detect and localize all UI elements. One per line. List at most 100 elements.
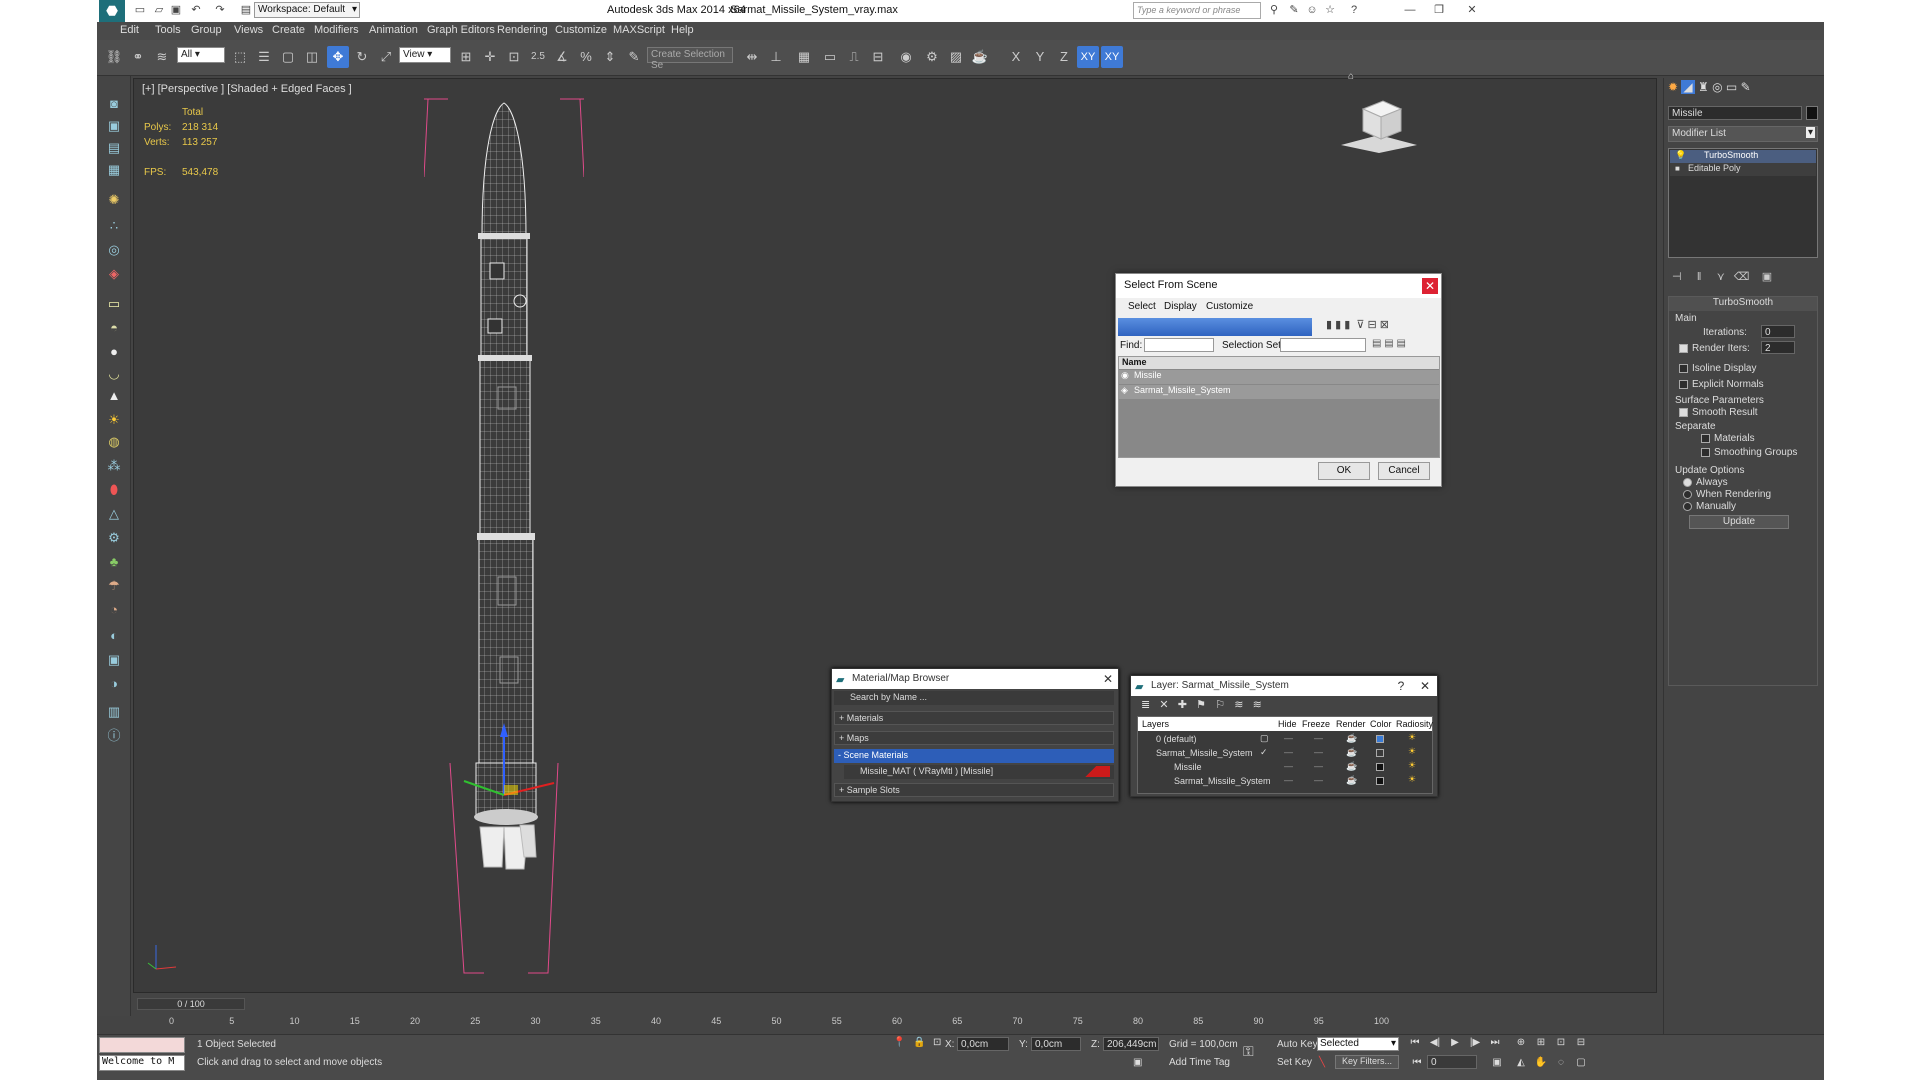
plane-icon[interactable]: ▭: [104, 294, 124, 314]
close-icon[interactable]: ✕: [1465, 3, 1479, 17]
object-color-swatch[interactable]: [1806, 106, 1818, 120]
stack-item-turbosmooth[interactable]: TurboSmooth: [1670, 150, 1816, 163]
reference-coordinate-dropdown[interactable]: View ▾: [399, 47, 451, 63]
section-scene-materials[interactable]: - Scene Materials: [834, 749, 1114, 763]
select-in-layer-icon[interactable]: ⚑: [1196, 699, 1206, 711]
modifier-list-dropdown[interactable]: Modifier List ▾: [1668, 126, 1818, 142]
axis-xy-icon[interactable]: XY: [1077, 46, 1099, 68]
isolate-icon[interactable]: 📍: [893, 1037, 905, 1048]
viewcube-icon[interactable]: [1339, 87, 1419, 153]
create-camera-icon[interactable]: ◙: [104, 94, 124, 114]
communication-center-icon[interactable]: ✎: [1287, 3, 1301, 17]
freeze-toggle[interactable]: —: [1314, 733, 1323, 743]
help-icon[interactable]: ?: [1393, 678, 1409, 694]
hemisphere-icon[interactable]: ◡: [104, 364, 124, 384]
dialog-menu-customize[interactable]: Customize: [1206, 301, 1253, 312]
hide-toggle[interactable]: —: [1284, 761, 1293, 771]
orbit-icon[interactable]: ◌: [1553, 1057, 1569, 1071]
torus-icon[interactable]: ◍: [104, 432, 124, 452]
menu-help[interactable]: Help: [671, 24, 694, 36]
time-slider[interactable]: 0 / 100: [137, 998, 245, 1010]
rect-selection-icon[interactable]: ▢: [277, 46, 299, 68]
section-materials[interactable]: + Materials: [834, 711, 1114, 725]
stack-icon[interactable]: ▥: [104, 702, 124, 722]
graphite-tools-icon[interactable]: ▭: [819, 46, 841, 68]
object-name-field[interactable]: Missile: [1668, 106, 1802, 120]
cone-icon[interactable]: ▲: [104, 386, 124, 406]
col-render[interactable]: Render: [1336, 719, 1366, 729]
window-crossing-icon[interactable]: ◫: [301, 46, 323, 68]
manually-radio[interactable]: Manually: [1683, 501, 1736, 512]
workspace-dropdown[interactable]: Workspace: Default ▾: [254, 2, 360, 18]
hide-toggle[interactable]: —: [1284, 775, 1293, 785]
geosphere-icon[interactable]: ⁂: [104, 456, 124, 476]
absolute-mode-icon[interactable]: ⊡: [933, 1037, 941, 1048]
freeze-toggle[interactable]: —: [1314, 775, 1323, 785]
info-icon[interactable]: ⓘ: [104, 726, 124, 746]
gizmo-xy-plane[interactable]: [504, 785, 518, 795]
sphere-blue-icon[interactable]: ◐: [104, 626, 124, 646]
key-mode-dropdown[interactable]: Selected ▾: [1317, 1037, 1399, 1051]
ok-button[interactable]: OK: [1318, 462, 1370, 480]
menu-group[interactable]: Group: [191, 24, 222, 36]
open-file-icon[interactable]: ▱: [152, 3, 166, 17]
update-button[interactable]: Update: [1689, 515, 1789, 529]
viewport-label[interactable]: [+] [Perspective ] [Shaded + Edged Faces…: [142, 83, 352, 95]
table-row[interactable]: Sarmat_Missile_System — — ☕ ☀: [1138, 774, 1432, 788]
radiosity-icon[interactable]: ☀: [1408, 774, 1416, 785]
lightbulb-icon[interactable]: 💡: [1675, 150, 1686, 161]
stack-toggle-icon[interactable]: ■: [1675, 164, 1680, 173]
helper-icon[interactable]: ◈: [104, 264, 124, 284]
close-icon[interactable]: ✕: [1422, 278, 1438, 294]
axis-xy-cycle-icon[interactable]: XY: [1101, 46, 1123, 68]
user-icon[interactable]: ☺: [1305, 3, 1319, 17]
section-sample-slots[interactable]: + Sample Slots: [834, 783, 1114, 797]
paint-icon[interactable]: ◎: [104, 240, 124, 260]
table-row[interactable]: Sarmat_Missile_System ✓ — — ☕ ☀: [1138, 746, 1432, 760]
col-layers[interactable]: Layers: [1142, 719, 1169, 729]
project-folder-icon[interactable]: ▤: [239, 3, 253, 17]
display-toolbar[interactable]: ▮ ▮ ▮ ⊽ ⊟ ⊠: [1326, 318, 1436, 336]
name-column-header[interactable]: Name: [1119, 357, 1439, 369]
layer-toolbar[interactable]: ≣ ✕ ✚ ⚑ ⚐ ≋ ≋: [1141, 698, 1341, 714]
pan-icon[interactable]: ✋: [1533, 1057, 1549, 1071]
smoothing-groups-checkbox[interactable]: Smoothing Groups: [1701, 447, 1797, 458]
menu-create[interactable]: Create: [272, 24, 305, 36]
menu-animation[interactable]: Animation: [369, 24, 418, 36]
axis-x-icon[interactable]: X: [1005, 46, 1027, 68]
unlink-icon[interactable]: ⚭: [127, 46, 149, 68]
bind-spacewarp-icon[interactable]: ≋: [151, 46, 173, 68]
redo-icon[interactable]: ↷: [213, 3, 227, 17]
col-radiosity[interactable]: Radiosity: [1396, 719, 1433, 729]
layer-color-swatch[interactable]: [1376, 735, 1384, 743]
section-maps[interactable]: + Maps: [834, 731, 1114, 745]
menu-edit[interactable]: Edit: [120, 24, 139, 36]
smooth-result-checkbox[interactable]: Smooth Result: [1679, 407, 1758, 418]
radiosity-icon[interactable]: ☀: [1408, 760, 1416, 771]
tetra-icon[interactable]: △: [104, 504, 124, 524]
materials-checkbox[interactable]: Materials: [1701, 433, 1755, 444]
material-item[interactable]: Missile_MAT ( VRayMtl ) [Missile]: [844, 765, 1114, 779]
auto-key-button[interactable]: Auto Key: [1277, 1039, 1318, 1050]
set-key-button[interactable]: Set Key: [1277, 1057, 1312, 1068]
command-panel-tabs[interactable]: ✹ ◢ ♜ ◎ ▭ ✎: [1668, 80, 1820, 98]
select-by-name-icon[interactable]: ☰: [253, 46, 275, 68]
add-to-layer-icon[interactable]: ✚: [1178, 699, 1187, 711]
app-logo-icon[interactable]: ⬣: [99, 0, 125, 22]
scale-icon[interactable]: ⤢: [375, 46, 397, 68]
maxscript-listener-top[interactable]: [99, 1037, 185, 1053]
named-selection-dropdown[interactable]: Create Selection Se: [647, 47, 733, 71]
document-icon[interactable]: ▤: [104, 138, 124, 158]
filter-toolbar[interactable]: [1118, 318, 1312, 336]
move-icon[interactable]: ✥: [327, 46, 349, 68]
menu-maxscript[interactable]: MAXScript: [613, 24, 665, 36]
snap-toggle-icon[interactable]: 2.5: [527, 46, 549, 68]
modify-tab-icon[interactable]: ◢: [1681, 80, 1695, 94]
isoline-checkbox[interactable]: Isoline Display: [1679, 363, 1756, 374]
layer-color-swatch[interactable]: [1376, 763, 1384, 771]
plant-icon[interactable]: ♣: [104, 552, 124, 572]
create-tab-icon[interactable]: ✹: [1668, 80, 1678, 94]
favorites-icon[interactable]: ☆: [1323, 3, 1337, 17]
radiosity-icon[interactable]: ☀: [1408, 732, 1416, 743]
when-rendering-radio[interactable]: When Rendering: [1683, 489, 1771, 500]
